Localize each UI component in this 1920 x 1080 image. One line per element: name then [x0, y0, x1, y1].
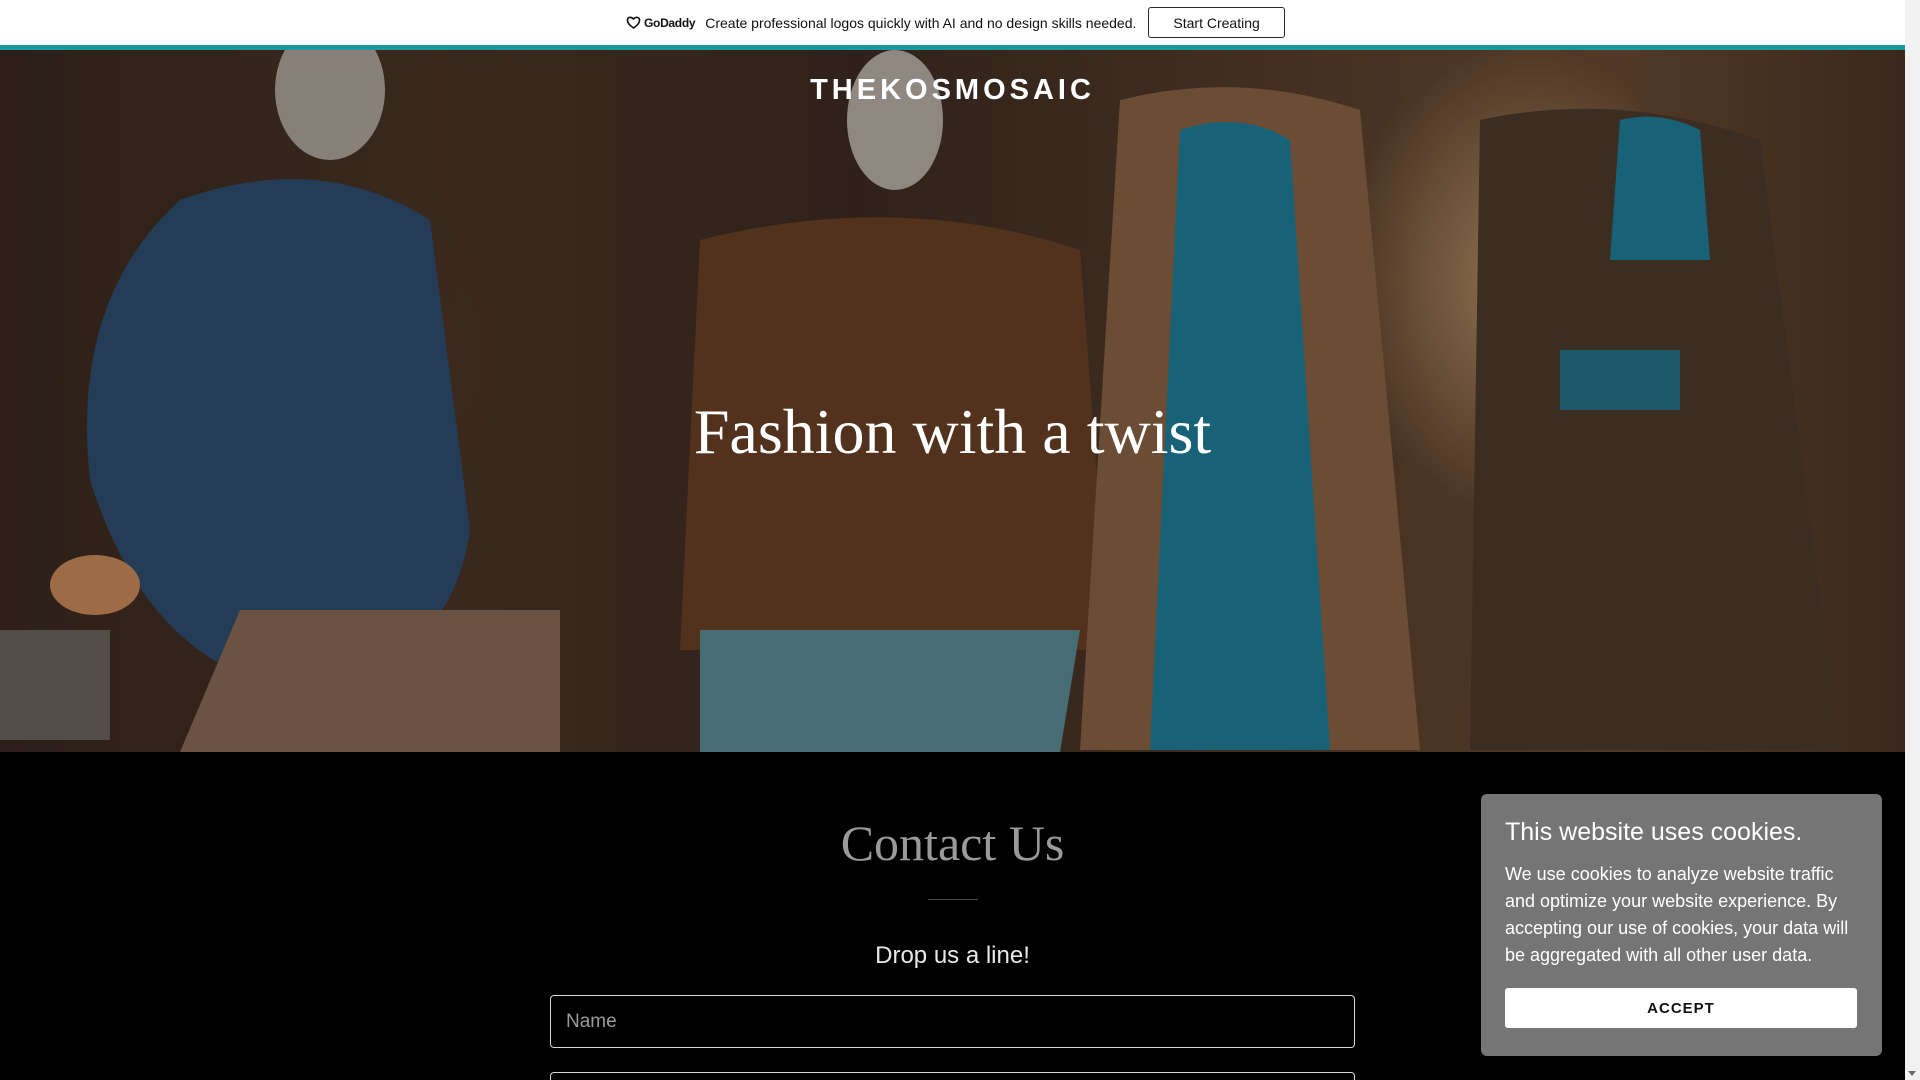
hero-heading: Fashion with a twist — [693, 396, 1212, 467]
page-scrollbar[interactable] — [1905, 0, 1920, 1080]
name-input[interactable] — [550, 995, 1355, 1048]
godaddy-logo: GoDaddy — [626, 15, 696, 30]
cookie-title: This website uses cookies. — [1505, 818, 1803, 846]
hero-section: THEKOSMOSAIC Fashion with a twist — [0, 50, 1905, 752]
email-input[interactable] — [550, 1072, 1355, 1080]
cookie-body: We use cookies to analyze website traffi… — [1505, 864, 1849, 965]
godaddy-logo-icon — [626, 16, 641, 29]
godaddy-logo-text: GoDaddy — [644, 15, 696, 30]
cookie-banner: This website uses cookies. We use cookie… — [1481, 794, 1882, 1056]
site-brand-title[interactable]: THEKOSMOSAIC — [0, 74, 1905, 107]
promo-message: Create professional logos quickly with A… — [705, 14, 1137, 31]
scroll-down-arrow-icon[interactable] — [1908, 1071, 1916, 1076]
start-creating-button[interactable]: Start Creating — [1148, 7, 1285, 38]
section-divider — [928, 899, 978, 900]
page: GoDaddy Create professional logos quickl… — [0, 0, 1920, 1080]
promo-content: GoDaddy Create professional logos quickl… — [626, 6, 1285, 39]
accept-cookies-button[interactable]: ACCEPT — [1505, 988, 1857, 1028]
promo-banner: GoDaddy Create professional logos quickl… — [0, 0, 1905, 50]
